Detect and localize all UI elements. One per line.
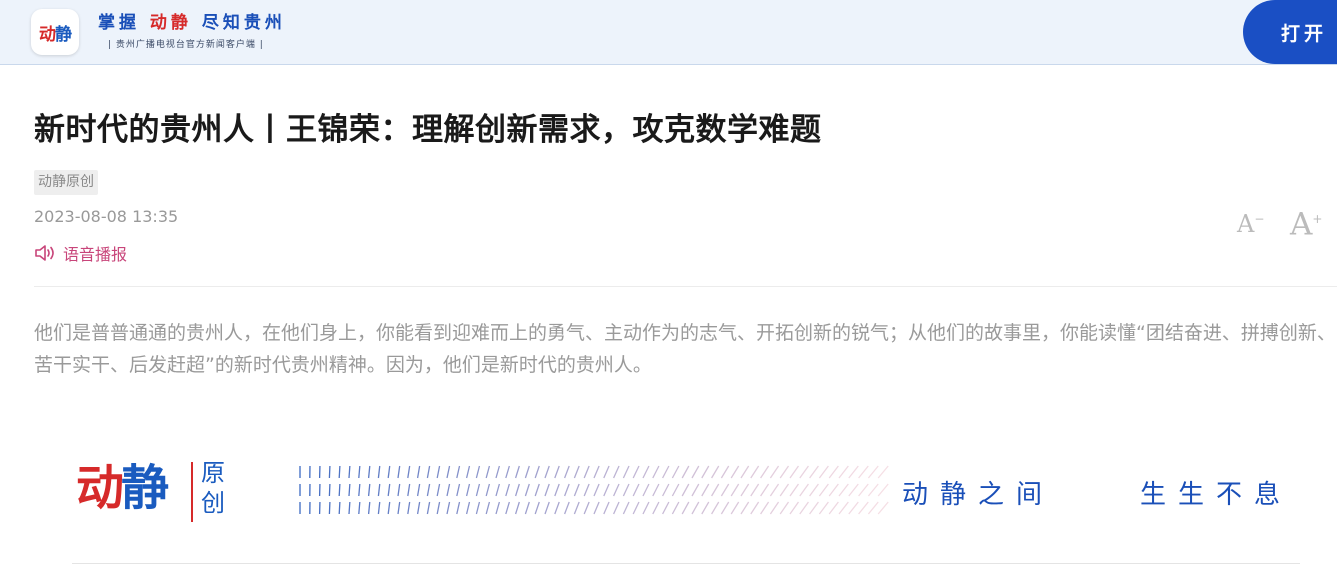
audio-broadcast-button[interactable]: 语音播报 (34, 241, 127, 265)
decorative-stripes (299, 465, 889, 515)
banner-original-label: 原 创 (199, 458, 227, 518)
audio-label: 语音播报 (63, 245, 128, 264)
slogan-main: 掌握 动静 尽知贵州 (98, 13, 286, 33)
open-app-button[interactable]: 打开 (1243, 0, 1337, 64)
source-tag: 动静原创 (34, 170, 98, 195)
speaker-icon (35, 245, 54, 261)
app-download-banner: 动静 掌握 动静 尽知贵州 | 贵州广播电视台官方新闻客户端 | 打开 (0, 0, 1337, 65)
banner-logo-part2: 静 (121, 460, 169, 516)
publish-date: 2023-08-08 13:35 (34, 207, 179, 226)
banner-yuan: 原 (201, 459, 225, 487)
font-increase-sign: + (1312, 212, 1323, 226)
app-logo[interactable]: 动静 (31, 9, 79, 55)
banner-separator (191, 462, 193, 522)
banner-slogan-1: 动静之间 (902, 480, 1055, 510)
banner-logo-part1: 动 (76, 460, 124, 516)
slogan-part2: 动静 (149, 13, 192, 33)
font-decrease-sign: − (1254, 212, 1265, 226)
slogan-subtitle: | 贵州广播电视台官方新闻客户端 | (108, 40, 264, 50)
banner-slogan-2: 生生不息 (1140, 480, 1293, 510)
app-logo-text: 动静 (39, 24, 72, 45)
font-decrease-letter: A (1237, 210, 1255, 238)
header-divider (34, 286, 1337, 287)
article-title: 新时代的贵州人丨王锦荣：理解创新需求，攻克数学难题 (34, 112, 822, 148)
article-summary: 他们是普普通通的贵州人，在他们身上，你能看到迎难而上的勇气、主动作为的志气、开拓… (34, 322, 1336, 376)
font-increase-letter: A (1290, 206, 1313, 243)
content-divider (72, 563, 1300, 564)
slogan-part3: 尽知贵州 (201, 13, 286, 33)
slogan-part1: 掌握 (98, 13, 140, 33)
original-content-banner: 动静 原 创 动静之间 生生不息 (70, 450, 1310, 535)
font-increase-button[interactable]: A+ (1290, 201, 1322, 242)
font-decrease-button[interactable]: A− (1237, 201, 1264, 242)
banner-chuang: 创 (201, 489, 225, 517)
banner-logo: 动静 (76, 458, 169, 518)
app-slogan: 掌握 动静 尽知贵州 | 贵州广播电视台官方新闻客户端 | (98, 13, 286, 53)
